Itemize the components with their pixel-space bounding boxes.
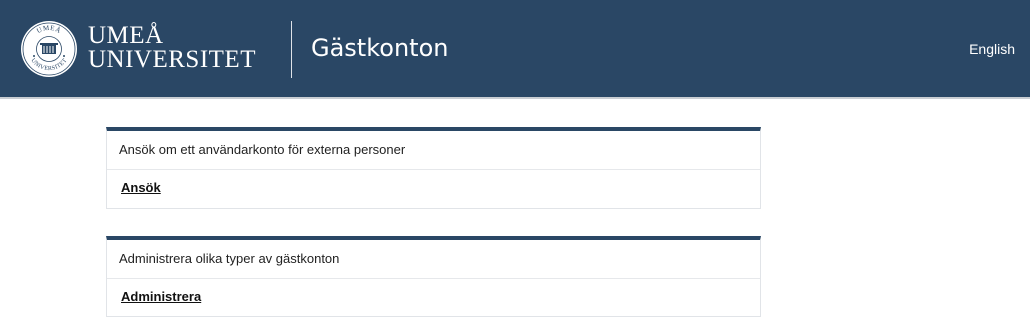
apply-link[interactable]: Ansök bbox=[121, 180, 161, 195]
language-switch-link[interactable]: English bbox=[969, 40, 1015, 58]
university-seal-logo[interactable]: UMEÅ UNIVERSITET bbox=[20, 20, 78, 78]
site-title: Gästkonton bbox=[311, 34, 449, 62]
wordmark-line-2: UNIVERSITET bbox=[88, 46, 256, 73]
apply-card-description: Ansök om ett användarkonto för externa p… bbox=[107, 131, 760, 170]
administer-card-action: Administrera bbox=[107, 279, 760, 317]
apply-card: Ansök om ett användarkonto för externa p… bbox=[106, 127, 761, 209]
wordmark-line-1: UMEÅ bbox=[88, 22, 164, 49]
administer-link[interactable]: Administrera bbox=[121, 289, 201, 304]
apply-card-action: Ansök bbox=[107, 170, 760, 208]
administer-card-description: Administrera olika typer av gästkonton bbox=[107, 240, 760, 279]
header-divider bbox=[291, 21, 292, 78]
site-header: UMEÅ UNIVERSITET UMEÅ UNIVERSITET Gästko… bbox=[0, 0, 1030, 99]
university-wordmark[interactable]: UMEÅ UNIVERSITET bbox=[88, 22, 256, 73]
administer-card: Administrera olika typer av gästkonton A… bbox=[106, 236, 761, 317]
